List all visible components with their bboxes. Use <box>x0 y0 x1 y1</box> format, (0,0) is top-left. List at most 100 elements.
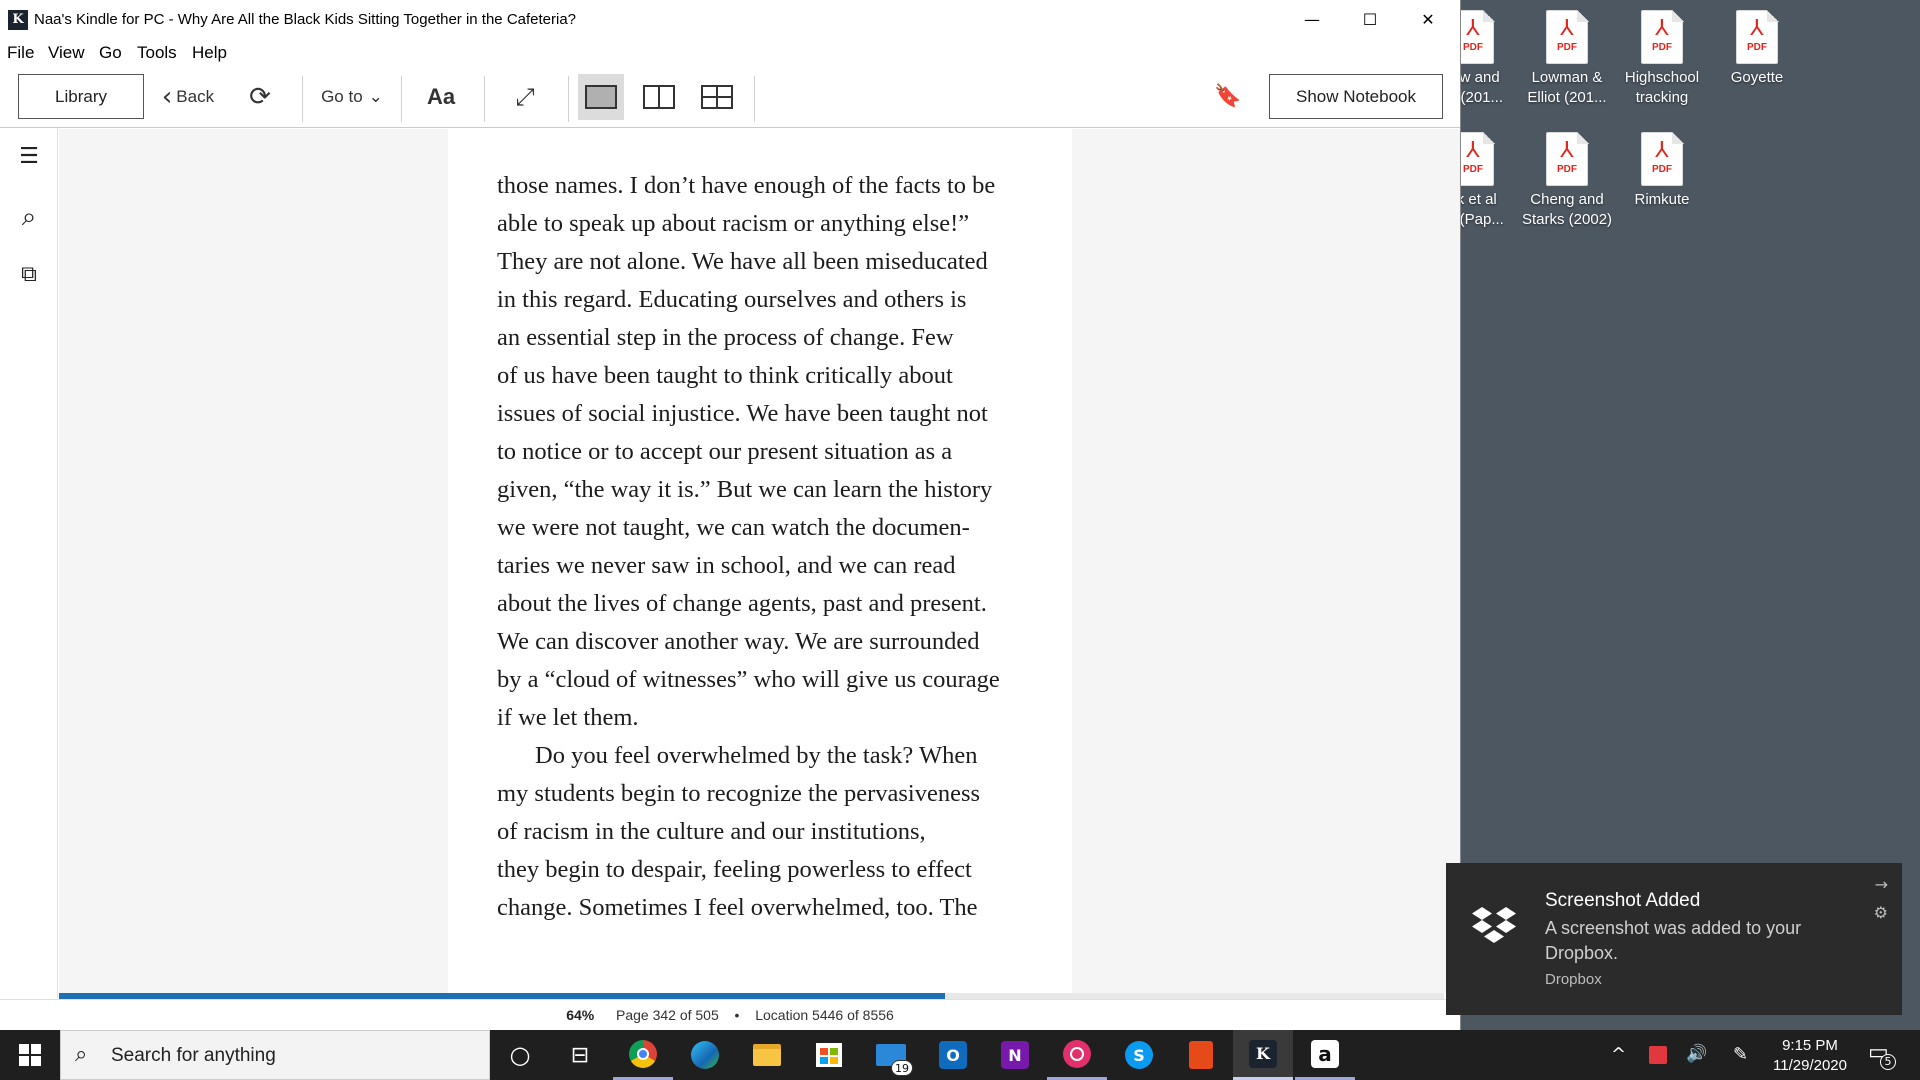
desktop-icon-label: Goyette <box>1730 69 1784 86</box>
edge-icon[interactable] <box>675 1030 735 1080</box>
desktop-icon-label: Highschool <box>1624 69 1700 86</box>
page-flip-view-button[interactable] <box>694 74 740 120</box>
sync-icon[interactable]: ⟳ <box>238 74 282 119</box>
status-separator: • <box>734 1007 740 1023</box>
book-text-line: change. Sometimes I feel overwhelmed, to… <box>497 894 978 921</box>
book-text-line: about the lives of change agents, past a… <box>497 590 987 617</box>
pen-workspace-icon[interactable]: ✎ <box>1733 1044 1748 1065</box>
status-bar: 64% Page 342 of 505 • Location 5446 of 8… <box>0 999 1460 1030</box>
flashcards-icon[interactable]: ⧉ <box>0 262 58 287</box>
desktop-icon-label: tracking <box>1635 89 1689 106</box>
notification-title: Screenshot Added <box>1545 890 1701 911</box>
chevron-left-icon: ‹ <box>161 81 173 112</box>
goto-button[interactable]: Go to ⌄ <box>312 74 392 119</box>
window-title: Naa's Kindle for PC - Why Are All the Bl… <box>34 11 577 28</box>
single-page-view-button[interactable] <box>578 74 624 120</box>
desktop-icon-label: Starks (2002) <box>1522 211 1612 228</box>
notification-body: A screenshot was added to your Dropbox. <box>1545 918 1802 963</box>
book-text-line: by a “cloud of witnesses” who will give … <box>497 666 1000 693</box>
desktop-icon-label: Lowman & <box>1531 69 1603 86</box>
kindle-logo-icon: K <box>8 10 28 30</box>
desktop-pdf-icon[interactable]: ⅄ PDF Highschool tracking <box>1617 9 1707 108</box>
kindle-taskbar-icon[interactable]: K <box>1233 1030 1293 1080</box>
book-text-line: given, “the way it is.” But we can learn… <box>497 476 993 503</box>
desktop-pdf-icon[interactable]: ⅄ PDF Rimkute <box>1617 131 1707 210</box>
security-tray-icon[interactable] <box>1649 1044 1667 1064</box>
menu-bar: File View Go Tools Help <box>0 40 1460 66</box>
book-text-line: We can discover another way. We are surr… <box>497 628 980 655</box>
back-label: Back <box>176 86 215 106</box>
book-text-line: of us have been taught to think critical… <box>497 362 953 389</box>
desktop-pdf-icon[interactable]: ⅄ PDF Cheng and Starks (2002) <box>1522 131 1612 230</box>
mail-icon[interactable]: 19 <box>861 1030 921 1080</box>
bookmark-icon[interactable]: 🔖 <box>1208 74 1248 119</box>
kindle-window: K Naa's Kindle for PC - Why Are All the … <box>0 0 1461 1030</box>
left-rail: ☰ ⌕ ⧉ <box>0 128 58 998</box>
single-column-icon <box>585 85 617 109</box>
menu-go[interactable]: Go <box>99 43 122 63</box>
reading-area: those names. I don’t have enough of the … <box>59 129 1460 993</box>
toolbar-divider <box>754 76 755 122</box>
desktop-icon-label: Elliot (201... <box>1527 89 1607 106</box>
show-notebook-button[interactable]: Show Notebook <box>1269 74 1443 119</box>
desktop-pdf-icon[interactable]: ⅄ PDF Lowman & Elliot (201... <box>1522 9 1612 108</box>
minimize-button[interactable]: — <box>1283 0 1341 38</box>
page-indicator: Page 342 of 505 <box>616 1007 719 1023</box>
menu-tools[interactable]: Tools <box>137 43 177 63</box>
open-arrow-icon[interactable]: → <box>1875 875 1888 894</box>
system-clock[interactable]: 9:15 PM 11/29/2020 <box>1765 1036 1855 1076</box>
search-placeholder: Search for anything <box>111 1045 276 1066</box>
onenote-icon[interactable]: N <box>985 1030 1045 1080</box>
back-button[interactable]: ‹ Back <box>156 74 220 119</box>
clock-date: 11/29/2020 <box>1773 1057 1847 1074</box>
pdf-file-icon: ⅄ PDF <box>1546 131 1589 186</box>
notification-source: Dropbox <box>1545 971 1602 988</box>
book-text-line: taries we never saw in school, and we ca… <box>497 552 956 579</box>
office-icon[interactable] <box>1171 1030 1231 1080</box>
title-bar[interactable]: K Naa's Kindle for PC - Why Are All the … <box>0 0 1460 40</box>
font-settings-button[interactable]: Aa <box>414 74 468 119</box>
two-column-view-button[interactable] <box>636 74 682 120</box>
chrome-icon[interactable] <box>613 1030 673 1080</box>
book-text-line: issues of social injustice. We have been… <box>497 400 988 427</box>
toolbar-divider <box>401 76 402 122</box>
dropbox-icon <box>1472 907 1516 943</box>
notification-settings-icon[interactable]: ⚙ <box>1874 903 1888 922</box>
desktop-icon-label: Rimkute <box>1634 191 1690 208</box>
reader-toolbar: Library ‹ Back ⟳ Go to ⌄ Aa ⤢ 🔖 Show Not… <box>0 66 1460 128</box>
menu-file[interactable]: File <box>7 43 34 63</box>
start-button[interactable] <box>0 1030 60 1080</box>
menu-help[interactable]: Help <box>192 43 227 63</box>
maximize-button[interactable]: ☐ <box>1341 0 1399 38</box>
page-flip-icon <box>701 85 733 109</box>
dropbox-notification[interactable]: Screenshot Added A screenshot was added … <box>1446 863 1902 1015</box>
two-column-icon <box>643 85 675 109</box>
whatsapp-icon[interactable] <box>1047 1030 1107 1080</box>
fullscreen-icon[interactable]: ⤢ <box>502 74 548 119</box>
mail-unread-badge: 19 <box>891 1060 913 1076</box>
search-icon[interactable]: ⌕ <box>0 202 58 233</box>
close-button[interactable]: ✕ <box>1399 0 1457 38</box>
book-text-line: to notice or to accept our present situa… <box>497 438 953 465</box>
book-page[interactable]: those names. I don’t have enough of the … <box>448 129 1072 993</box>
menu-view[interactable]: View <box>48 43 85 63</box>
microsoft-store-icon[interactable] <box>799 1030 859 1080</box>
show-hidden-icons-chevron-icon[interactable]: ^ <box>1611 1044 1626 1065</box>
outlook-icon[interactable]: O <box>923 1030 983 1080</box>
cortana-icon[interactable]: ○ <box>490 1030 550 1080</box>
book-text-line: of racism in the culture and our institu… <box>497 818 926 845</box>
table-of-contents-icon[interactable]: ☰ <box>0 144 58 169</box>
volume-icon[interactable]: 🔊 <box>1686 1044 1707 1064</box>
library-button[interactable]: Library <box>18 74 144 119</box>
amazon-icon[interactable]: a <box>1295 1030 1355 1080</box>
book-text-line: an essential step in the process of chan… <box>497 324 954 351</box>
chevron-down-icon: ⌄ <box>368 86 383 107</box>
action-center-icon[interactable]: ▭ 5 <box>1868 1040 1896 1070</box>
book-text-line: in this regard. Educating ourselves and … <box>497 286 967 313</box>
task-view-icon[interactable]: ⊟ <box>550 1030 610 1080</box>
file-explorer-icon[interactable] <box>737 1030 797 1080</box>
desktop-pdf-icon[interactable]: ⅄ PDF Goyette <box>1712 9 1802 88</box>
skype-icon[interactable]: S <box>1109 1030 1169 1080</box>
pdf-file-icon: ⅄ PDF <box>1641 9 1684 64</box>
taskbar-search-box[interactable]: ⌕ Search for anything <box>60 1030 490 1080</box>
